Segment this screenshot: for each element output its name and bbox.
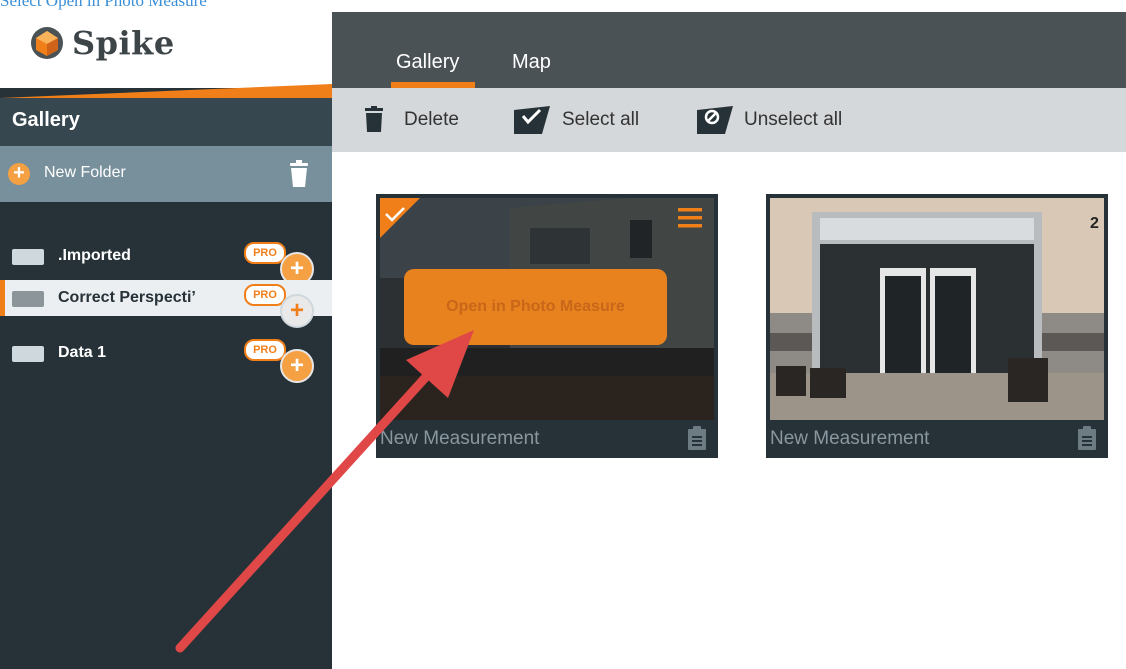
folder-icon xyxy=(12,249,44,265)
sidebar-title: Gallery xyxy=(12,109,80,131)
new-folder-button[interactable]: New Folder xyxy=(44,164,126,182)
measurement-card[interactable]: 2 New Measurement xyxy=(766,194,1108,458)
folder-label: Correct Perspecti’ xyxy=(58,289,196,306)
pro-badge: PRO xyxy=(244,339,286,361)
folder-actions-bar: + New Folder xyxy=(0,146,332,202)
delete-button[interactable]: Delete xyxy=(404,109,459,131)
add-folder-icon[interactable]: + xyxy=(8,163,30,185)
sidebar: Spike Gallery + New Folder .Imported PRO… xyxy=(0,12,337,669)
app-name: Spike xyxy=(72,24,175,62)
delete-folder-icon[interactable] xyxy=(288,160,310,188)
folder-label: .Imported xyxy=(58,247,131,264)
toolbar: Delete Select all Unselect all xyxy=(332,88,1126,152)
tab-gallery[interactable]: Gallery xyxy=(396,51,459,74)
pro-badge: PRO xyxy=(244,242,286,264)
top-nav-bar: Gallery Map xyxy=(332,12,1126,88)
caption-text: Select Open in Photo Measure xyxy=(0,0,207,10)
pro-badge: PRO xyxy=(244,284,286,306)
tab-map[interactable]: Map xyxy=(512,51,551,74)
unselect-all-icon[interactable] xyxy=(697,106,733,134)
trash-icon[interactable] xyxy=(365,106,383,132)
clipboard-icon[interactable] xyxy=(688,426,706,450)
select-all-icon[interactable] xyxy=(514,106,550,134)
logo-area: Spike xyxy=(0,12,332,88)
folder-item-imported[interactable]: .Imported PRO + xyxy=(0,238,332,286)
folder-icon xyxy=(12,346,44,362)
folder-label: Data 1 xyxy=(58,344,107,361)
spike-logo-icon xyxy=(31,27,63,59)
folder-item-data-1[interactable]: Data 1 PRO + xyxy=(0,335,332,383)
svg-text:2: 2 xyxy=(1090,215,1099,232)
measurement-photo: 2 xyxy=(770,198,1104,420)
add-to-folder-icon[interactable]: + xyxy=(280,294,314,328)
open-in-photo-measure-button[interactable]: Open in Photo Measure xyxy=(404,269,667,345)
sidebar-title-bar: Gallery xyxy=(0,98,332,146)
add-to-folder-icon[interactable]: + xyxy=(280,349,314,383)
folder-item-correct-perspective[interactable]: Correct Perspecti’ PRO + xyxy=(0,280,337,328)
select-all-button[interactable]: Select all xyxy=(562,109,639,131)
unselect-all-button[interactable]: Unselect all xyxy=(744,109,842,131)
measurement-title: New Measurement xyxy=(380,428,540,449)
clipboard-icon[interactable] xyxy=(1078,426,1096,450)
measurement-title: New Measurement xyxy=(770,428,930,449)
folder-icon xyxy=(12,291,44,307)
